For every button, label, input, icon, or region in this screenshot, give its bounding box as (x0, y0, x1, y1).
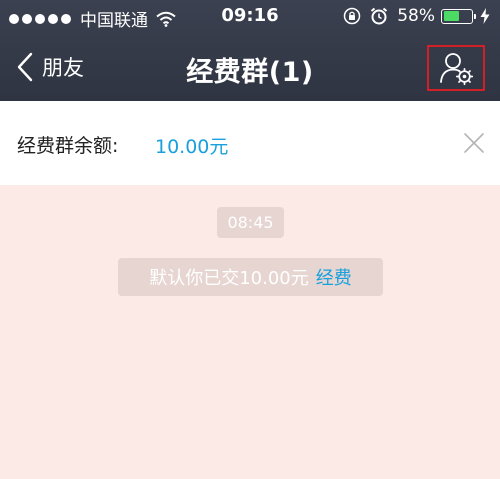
lock-rotation-icon (343, 7, 361, 25)
system-message-link[interactable]: 经费 (316, 264, 352, 290)
page-title: 经费群(1) (186, 57, 314, 88)
close-icon[interactable] (463, 132, 485, 154)
status-right: 58% (343, 6, 490, 26)
battery-fill (443, 11, 460, 21)
battery-icon (441, 8, 476, 24)
chat-area: 08:45 默认你已交10.00元 经费 (0, 185, 500, 479)
charging-bolt-icon (480, 8, 490, 24)
balance-label: 经费群余额: (17, 135, 119, 157)
battery-percent: 58% (397, 6, 435, 26)
system-message-text: 默认你已交10.00元 (149, 268, 309, 289)
message-timestamp: 08:45 (217, 207, 284, 238)
battery-tip (473, 13, 476, 19)
balance-bar: 经费群余额: 10.00元 (0, 101, 500, 185)
group-settings-button[interactable] (427, 45, 485, 91)
status-bar: 中国联通 09:16 58% (0, 0, 500, 34)
alarm-icon (371, 7, 388, 25)
user-settings-icon (440, 53, 473, 85)
nav-bar: 朋友 经费群(1) (0, 34, 500, 101)
top-bar: 中国联通 09:16 58% 朋友 经费群(1) (0, 0, 500, 101)
system-message: 默认你已交10.00元 经费 (118, 258, 383, 296)
balance-value: 10.00元 (155, 136, 229, 158)
